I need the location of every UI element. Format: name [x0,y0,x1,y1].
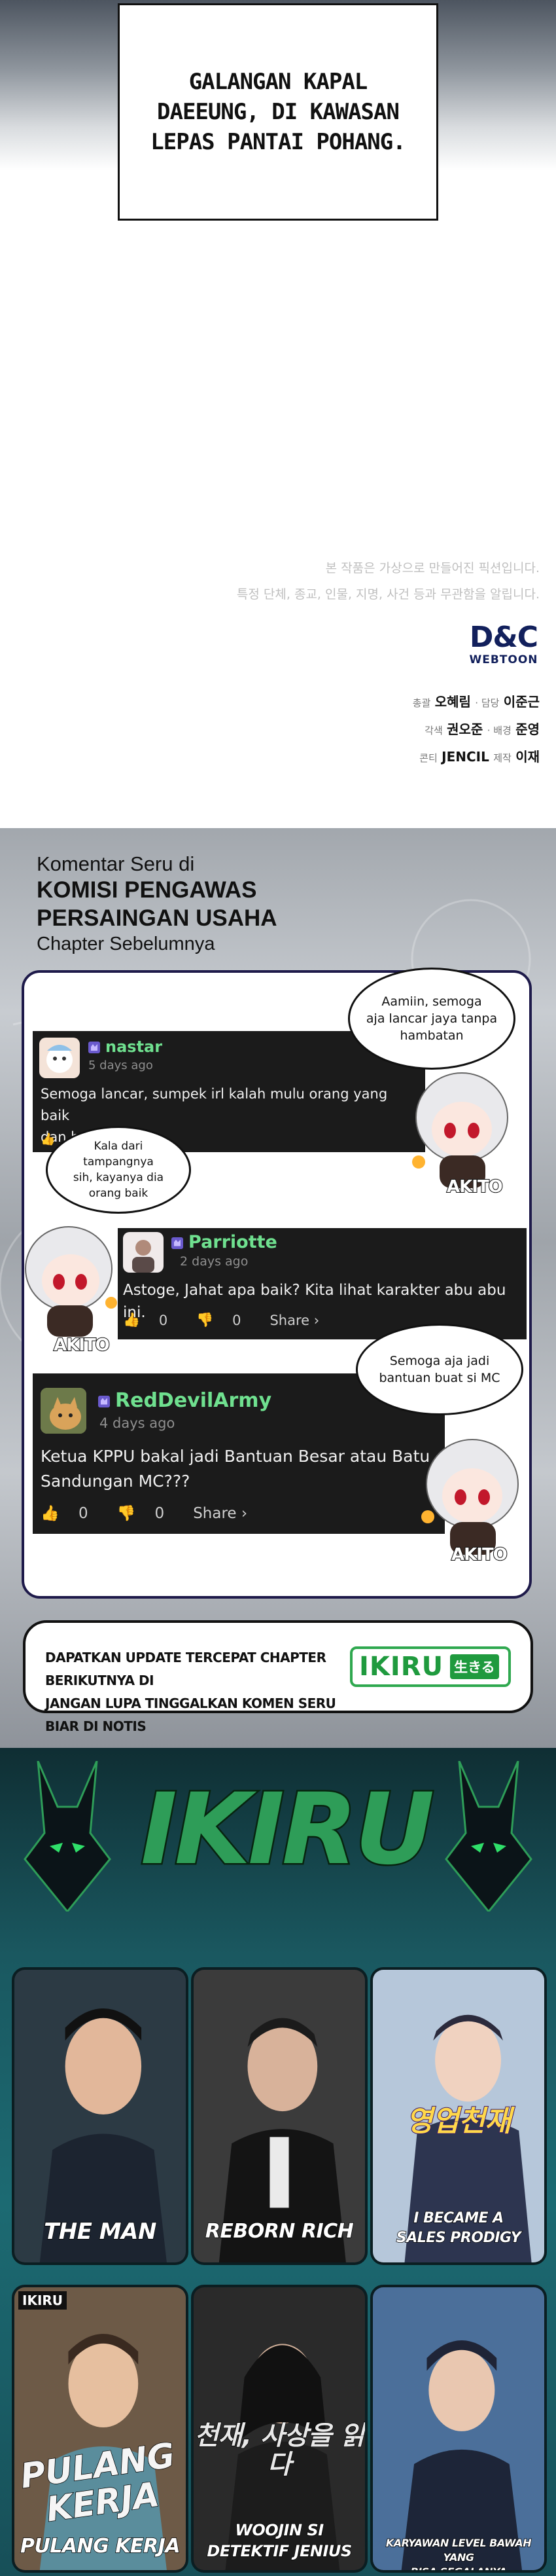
dislike-button[interactable]: 👎 0 [196,1312,255,1328]
publisher-logo: D&C WEBTOON [467,622,540,672]
series-art-title: 영업천재 [406,2104,512,2139]
user-avatar[interactable] [39,1038,80,1078]
user-avatar[interactable] [41,1388,86,1434]
credit-name: 이재 [515,749,540,765]
series-title-line: PERSAINGAN USAHA [37,905,277,931]
anubis-head-icon [445,1761,532,1912]
mascot-name: AKITO [451,1544,508,1565]
ikiru-badge: IKIRU [18,2291,67,2310]
thumbs-down-icon: 👎 [116,1505,136,1522]
credit-role: · 담당 [475,697,500,709]
series-card-sales-prodigy[interactable]: 영업천재 I BECAME A SALES PRODIGY [370,1967,547,2265]
credit-role: 각색 [425,725,443,736]
avatar-portrait-icon [132,1240,154,1273]
comment-card: Parriotte 2 days ago Astoge, Jahat apa b… [118,1228,527,1339]
series-card-pulang-kerja[interactable]: IKIRU PULANG KERJA PULANG KERJA [12,2285,188,2573]
share-button[interactable]: Share › [269,1313,319,1328]
series-card-the-man[interactable]: THE MAN [12,1967,188,2265]
series-label: PULANG KERJA [20,2534,181,2558]
series-cover-art [194,1970,365,2262]
ikiru-logo-text: IKIRU [359,1652,444,1682]
disclaimer-line: 특정 단체, 종교, 인물, 지명, 사건 등과 무관함을 알립니다. [236,587,540,602]
comments-heading: Komentar Seru di [37,852,195,875]
thumbs-up-icon: 👍 [41,1505,60,1522]
comment-time: 4 days ago [99,1415,175,1431]
share-button[interactable]: Share › [193,1505,247,1522]
series-label: I BECAME A SALES PRODIGY [396,2209,521,2247]
credit-name: 오혜림 [434,694,471,710]
comment-time: 5 days ago [88,1059,153,1072]
comment-username[interactable]: Parriotte [171,1232,277,1252]
credit-name: 이준근 [503,694,540,710]
series-art-title: 천재, 사상을 읽다 [194,2421,365,2480]
mascot-chibi-icon [25,1226,117,1337]
rank-badge-icon [88,1042,100,1053]
credit-role: 콘티 [419,752,438,764]
promo-text: DAPATKAN UPDATE TERCEPAT CHAPTER BERIKUT… [45,1650,336,1734]
like-button[interactable]: 👍 0 [123,1312,182,1328]
credits-row: 총괄 오혜림 · 담당 이준근 [413,689,540,716]
staff-credits: 총괄 오혜림 · 담당 이준근 각색 권오준 · 배경 준영 콘티 JENCIL… [413,689,540,771]
narration-caption-box: GALANGAN KAPAL DAEEUNG, DI KAWASAN LEPAS… [118,3,438,221]
series-label: KARYAWAN LEVEL BAWAH YANG BISA SEGALANYA [385,2536,532,2573]
disclaimer-line: 본 작품은 가상으로 만들어진 픽션입니다. [325,561,540,575]
rank-badge-icon [171,1237,183,1249]
series-card-karyawan-level-bawah[interactable]: KARYAWAN LEVEL BAWAH YANG BISA SEGALANYA [370,2285,547,2573]
series-label: THE MAN [43,2218,157,2245]
series-card-reborn-rich[interactable]: REBORN RICH [191,1967,368,2265]
speech-bubble: Semoga aja jadi bantuan buat si MC [356,1324,523,1415]
comment-username[interactable]: RedDevilArmy [98,1389,271,1412]
thumbs-up-icon: 👍 [123,1312,141,1328]
publisher-logo-sub: WEBTOON [469,653,538,666]
series-card-woojin-detektif[interactable]: 천재, 사상을 읽다 WOOJIN SI DETEKTIF JENIUS [191,2285,368,2573]
avatar-face-icon [46,1045,73,1073]
thumbs-down-icon: 👎 [196,1312,214,1328]
like-button[interactable]: 👍 0 [41,1504,103,1523]
series-label: REBORN RICH [205,2219,355,2243]
dislike-button[interactable]: 👎 0 [116,1504,179,1523]
publisher-logo-main: D&C [469,621,538,654]
comment-actions: 👍 0 👎 0 Share › [123,1312,334,1328]
anubis-head-icon [24,1761,111,1912]
like-icon[interactable]: 👍 [41,1133,55,1146]
fiction-disclaimer: 본 작품은 가상으로 만들어진 픽션입니다. 특정 단체, 종교, 인물, 지명… [237,555,540,608]
ikiru-logo-kanji: 生きる [450,1654,499,1679]
ikiru-logo[interactable]: IKIRU 生きる [350,1646,511,1687]
credit-name: 권오준 [447,721,483,737]
caption-line: GALANGAN KAPAL [188,69,368,95]
series-cover-art [373,2287,544,2570]
chapter-end-section: GALANGAN KAPAL DAEEUNG, DI KAWASAN LEPAS… [0,0,556,828]
credit-role: 제작 [493,752,512,764]
credits-row: 콘티 JENCIL 제작 이재 [413,744,540,771]
comment-username[interactable]: nastar [88,1038,162,1056]
credit-role: · 배경 [487,725,512,736]
comment-text: Ketua KPPU bakal jadi Bantuan Besar atau… [41,1447,430,1491]
mascot-chibi-icon [421,1439,519,1555]
rank-badge-icon [98,1395,110,1407]
comment-time: 2 days ago [180,1254,249,1269]
caption-line: LEPAS PANTAI POHANG. [150,129,406,155]
speech-bubble: Kala dari tampangnya sih, kayanya dia oran… [46,1126,191,1214]
mascot-name: AKITO [53,1335,111,1356]
series-title-line: KOMISI PENGAWAS [37,877,257,903]
caption-line: DAEEUNG, DI KAWASAN [157,99,400,125]
credit-name: JENCIL [442,749,489,765]
speech-bubble: Aamiin, semoga aja lancar jaya tanpa hamba… [348,968,515,1070]
credit-role: 총괄 [412,697,431,709]
comment-actions: 👍 0 👎 0 Share › [41,1504,262,1523]
comments-heading-block: Komentar Seru di KOMISI PENGAWAS PERSAIN… [37,852,277,956]
series-label: WOOJIN SI DETEKTIF JENIUS [207,2520,353,2561]
ikiru-title: IKIRU [139,1773,436,1887]
avatar-cat-icon [41,1388,86,1434]
update-promo-banner[interactable]: DAPATKAN UPDATE TERCEPAT CHAPTER BERIKUT… [23,1620,533,1734]
credits-row: 각색 권오준 · 배경 준영 [413,716,540,744]
mascot-name: AKITO [446,1176,504,1197]
mascot-chibi-icon [412,1072,508,1188]
user-avatar[interactable] [123,1232,164,1273]
comments-subtitle: Chapter Sebelumnya [37,934,215,954]
credit-name: 준영 [515,721,540,737]
